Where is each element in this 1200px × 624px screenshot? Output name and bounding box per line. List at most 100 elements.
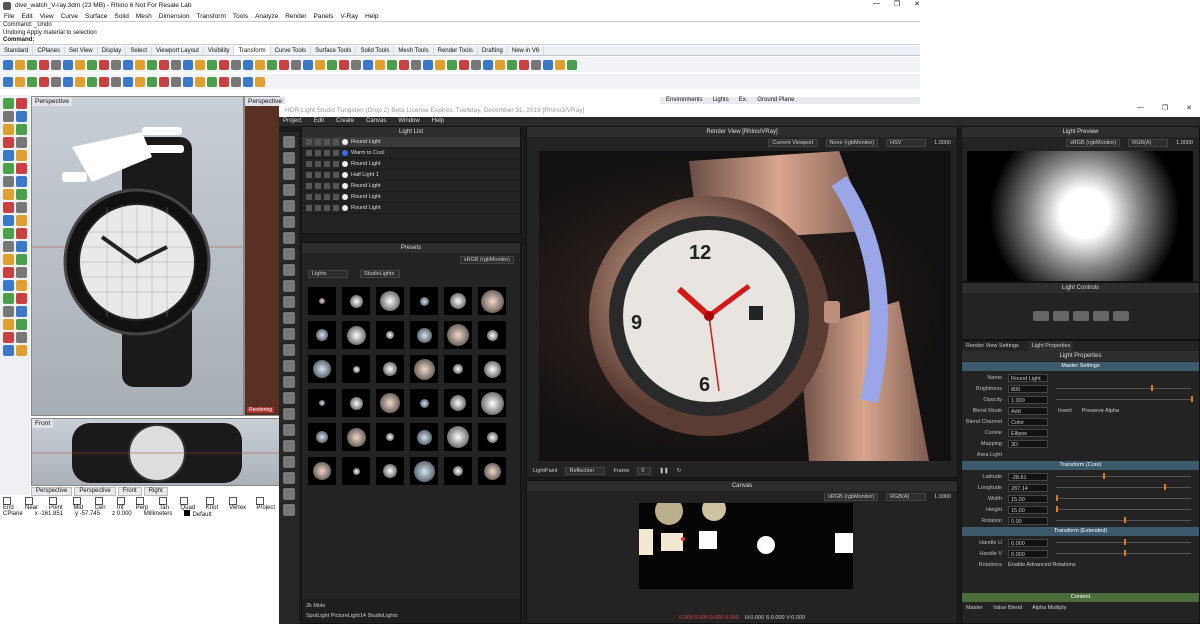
opacity-slider[interactable]	[1056, 396, 1193, 402]
lightpaint-mode-dropdown[interactable]: Reflection	[565, 467, 606, 475]
hls-tool-icon[interactable]	[283, 216, 295, 228]
width-input[interactable]: 15.00	[1008, 494, 1048, 503]
hls-tool-icon[interactable]	[283, 328, 295, 340]
toolbar-tool-icon[interactable]	[75, 59, 85, 70]
maximize-button[interactable]: ❐	[894, 0, 900, 8]
vtab-perspective-2[interactable]: Perspective	[74, 487, 116, 496]
advanced-rotations-checkbox[interactable]: Enable Advanced Rotations	[1008, 562, 1076, 568]
color-space-dropdown[interactable]: sRGB (rgbMonitor)	[459, 256, 514, 264]
toolbar-tool-icon[interactable]	[423, 59, 433, 70]
close-button[interactable]: ✕	[914, 0, 920, 8]
visibility-icon[interactable]	[306, 205, 312, 211]
toolbar-tool-icon[interactable]	[171, 59, 181, 70]
visibility-icon[interactable]	[306, 139, 312, 145]
toolbar-tool-icon[interactable]	[15, 76, 25, 87]
solo-icon[interactable]	[315, 172, 321, 178]
invert-checkbox[interactable]: Invert	[1058, 408, 1072, 414]
preset-thumbnail[interactable]	[376, 389, 404, 417]
visibility-icon[interactable]	[306, 194, 312, 200]
toolbar-tool-icon[interactable]	[87, 76, 97, 87]
mute-icon[interactable]	[333, 194, 339, 200]
display-dropdown[interactable]: None (rgbMonitor)	[825, 139, 879, 147]
mode-dropdown[interactable]: HSV	[886, 139, 927, 147]
mute-icon[interactable]	[333, 183, 339, 189]
toolbar-tool-icon[interactable]	[243, 76, 253, 87]
move-light-icon[interactable]	[1032, 311, 1049, 321]
toolbar-tool-icon[interactable]	[507, 59, 517, 70]
hls-tool-icon[interactable]	[283, 184, 295, 196]
menu-edit[interactable]: Edit	[21, 13, 32, 20]
hls-menu-window[interactable]: Window	[398, 117, 419, 126]
mapping-dropdown[interactable]: 3D	[1008, 439, 1048, 448]
tab-master[interactable]: Master	[966, 603, 983, 613]
tab-new-in-v6[interactable]: New in V6	[508, 46, 545, 55]
mute-icon[interactable]	[333, 139, 339, 145]
toolbar-tool-icon[interactable]	[219, 59, 229, 70]
toolbar-tool-icon[interactable]	[27, 76, 37, 87]
tab-light-properties[interactable]: Light Properties	[1028, 341, 1074, 351]
light-list-item[interactable]: Half Light 1	[302, 170, 520, 181]
left-tool-icon[interactable]	[3, 176, 14, 187]
latitude-input[interactable]: -28.61	[1008, 472, 1048, 481]
tab-render-tools[interactable]: Render Tools	[434, 46, 478, 55]
left-tool-icon[interactable]	[3, 163, 14, 174]
toolbar-tool-icon[interactable]	[447, 59, 457, 70]
refresh-icon[interactable]: ↻	[677, 468, 682, 474]
menu-render[interactable]: Render	[285, 13, 306, 20]
tab-cplanes[interactable]: CPlanes	[33, 46, 66, 55]
section-transform-core[interactable]: Transform (Core)	[962, 461, 1199, 470]
left-tool-icon[interactable]	[16, 111, 27, 122]
hls-tool-icon[interactable]	[283, 456, 295, 468]
viewport-perspective[interactable]: Perspective	[31, 96, 244, 416]
hls-tool-icon[interactable]	[283, 360, 295, 372]
hls-tool-icon[interactable]	[283, 472, 295, 484]
toolbar-tool-icon[interactable]	[243, 59, 253, 70]
canvas-channel[interactable]: RGB(A)	[886, 493, 927, 501]
hls-close-button[interactable]: ✕	[1186, 104, 1192, 112]
light-list-item[interactable]: Warm to Cool	[302, 148, 520, 159]
toolbar-tool-icon[interactable]	[255, 76, 265, 87]
hls-tool-icon[interactable]	[283, 136, 295, 148]
preset-thumbnail[interactable]	[376, 287, 404, 315]
visibility-icon[interactable]	[306, 183, 312, 189]
preview-exposure[interactable]: 1.0000	[1176, 140, 1193, 146]
section-transform-extended[interactable]: Transform (Extended)	[962, 527, 1199, 536]
area-light-checkbox[interactable]: Area Light	[962, 452, 1008, 458]
viewport-dropdown[interactable]: Current Viewport	[768, 139, 818, 147]
toolbar-tool-icon[interactable]	[315, 59, 325, 70]
hls-menu-help[interactable]: Help	[432, 117, 444, 126]
rotation-slider[interactable]	[1056, 517, 1191, 523]
lock-icon[interactable]	[324, 150, 330, 156]
preset-thumbnail[interactable]	[308, 287, 336, 315]
left-tool-icon[interactable]	[16, 241, 27, 252]
opacity-input[interactable]: 1.000	[1008, 395, 1048, 404]
toolbar-tool-icon[interactable]	[543, 59, 553, 70]
handle-v-input[interactable]: 0.000	[1008, 549, 1048, 558]
lock-icon[interactable]	[324, 139, 330, 145]
toolbar-tool-icon[interactable]	[339, 59, 349, 70]
left-tool-icon[interactable]	[3, 319, 14, 330]
light-list-item[interactable]: Round Light	[302, 159, 520, 170]
rotation-input[interactable]: 0.00	[1008, 516, 1048, 525]
latitude-slider[interactable]	[1056, 473, 1191, 479]
solo-icon[interactable]	[315, 161, 321, 167]
left-tool-icon[interactable]	[16, 176, 27, 187]
pause-icon[interactable]: ❚❚	[659, 468, 668, 474]
lock-icon[interactable]	[324, 205, 330, 211]
preset-thumbnail[interactable]	[376, 321, 404, 349]
canvas-color-space[interactable]: sRGB (rgbMonitor)	[824, 493, 879, 501]
toolbar-tool-icon[interactable]	[3, 59, 13, 70]
preset-thumbnail[interactable]	[410, 457, 438, 485]
hls-minimize-button[interactable]: —	[1137, 104, 1144, 112]
hls-menu-canvas[interactable]: Canvas	[366, 117, 386, 126]
canvas-exposure[interactable]: 1.0000	[934, 494, 951, 500]
toolbar-tool-icon[interactable]	[63, 59, 73, 70]
mute-icon[interactable]	[333, 205, 339, 211]
toolbar-tool-icon[interactable]	[51, 76, 61, 87]
preset-thumbnail[interactable]	[342, 287, 370, 315]
hls-tool-icon[interactable]	[283, 200, 295, 212]
rotate-light-icon[interactable]	[1072, 311, 1089, 321]
toolbar-tool-icon[interactable]	[519, 59, 529, 70]
left-tool-icon[interactable]	[3, 202, 14, 213]
toolbar-tool-icon[interactable]	[195, 76, 205, 87]
